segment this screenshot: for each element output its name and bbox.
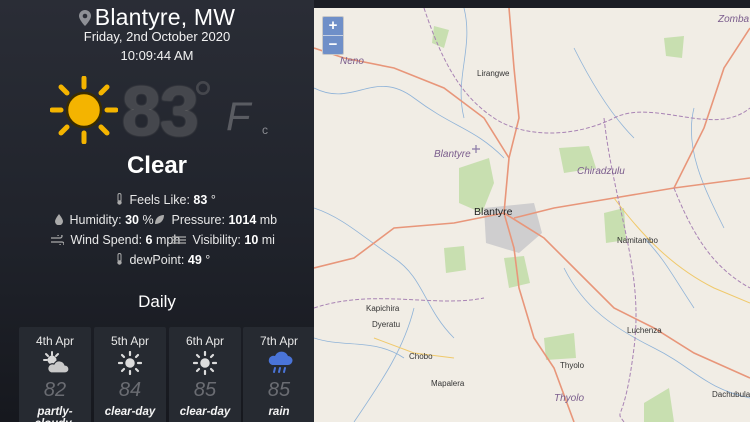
thermometer-icon — [116, 253, 123, 268]
day-temperature: 84 — [118, 379, 142, 401]
zoom-control: + − — [322, 16, 344, 55]
map-label-dyeratu: Dyeratu — [372, 320, 401, 329]
daily-card[interactable]: 7th Apr 85 rain — [243, 327, 314, 422]
sun-icon — [117, 350, 143, 380]
rain-icon — [267, 351, 293, 380]
map-label-blantyre-airport: Blantyre — [434, 149, 471, 160]
thermometer-icon — [116, 193, 123, 208]
map-label-thyolo: Thyolo — [560, 361, 585, 370]
leaf-icon — [154, 214, 165, 228]
zoom-in-button[interactable]: + — [323, 17, 343, 36]
daily-title: Daily — [138, 292, 176, 311]
day-summary: clear-day — [104, 406, 156, 418]
weather-panel: Blantyre, MW Friday, 2nd October 2020 10… — [0, 0, 314, 422]
wind-stat: Wind Spend: 6 mph — [51, 233, 180, 248]
day-temperature: 82 — [43, 379, 67, 401]
current-condition: Clear — [126, 152, 188, 179]
current-time: 10:09:44 AM — [120, 48, 194, 63]
map-label-luchenza: Luchenza — [627, 326, 662, 335]
droplet-icon — [55, 213, 63, 228]
map-label-lirangwe: Lirangwe — [477, 69, 510, 78]
map-label-zomba: Zomba — [718, 14, 750, 25]
visibility-stat: Visibility: 10 mi — [172, 233, 275, 248]
dewpoint-stat: dewPoint: 49 ° — [116, 253, 210, 268]
map-tiles[interactable] — [314, 8, 750, 422]
sun-icon — [192, 350, 218, 380]
fog-icon — [172, 234, 186, 248]
daily-card[interactable]: 6th Apr 85 clear-day — [169, 327, 241, 422]
daily-card[interactable]: 4th Apr 82 partly-cloudy- — [19, 327, 91, 422]
day-temperature: 85 — [193, 379, 217, 401]
map-label-dachubula: Dachubula — [712, 390, 750, 399]
map-label-chiradzulu: Chiradzulu — [577, 166, 625, 177]
temperature-unit: F — [226, 95, 251, 139]
degree-symbol: ° — [193, 71, 213, 127]
zoom-out-button[interactable]: − — [323, 36, 343, 54]
day-summary: clear-day — [179, 406, 231, 418]
map-view[interactable]: + − Lirangwe Blantyre Blantyre Chiradzul… — [314, 8, 750, 422]
map-label-kapichira: Kapichira — [366, 304, 400, 313]
day-date: 6th Apr — [185, 334, 225, 348]
current-date: Friday, 2nd October 2020 — [83, 29, 231, 44]
map-label-neno: Neno — [340, 56, 364, 67]
pressure-stat: Pressure: 1014 mb — [154, 213, 277, 228]
day-temperature: 85 — [267, 379, 291, 401]
temperature-unit-toggle[interactable]: c — [262, 123, 268, 137]
map-label-namitambo: Namitambo — [617, 236, 658, 245]
day-summary: rain — [268, 406, 290, 418]
day-date: 7th Apr — [259, 334, 299, 348]
location-name: Blantyre, MW — [94, 4, 236, 30]
current-temperature: 83 — [122, 72, 199, 150]
map-label-thyolo-district: Thyolo — [554, 393, 585, 404]
feels-like-stat: Feels Like: 83 ° — [116, 193, 216, 208]
wind-icon — [51, 233, 65, 248]
day-summary: partly-cloudy- — [35, 406, 76, 422]
partly-cloudy-icon — [43, 351, 70, 380]
map-label-blantyre: Blantyre — [474, 206, 513, 218]
sun-icon — [49, 75, 119, 149]
map-label-chobo: Chobo — [409, 352, 433, 361]
day-date: 4th Apr — [35, 334, 75, 348]
humidity-stat: Humidity: 30 % — [55, 213, 154, 228]
map-label-mapalera: Mapalera — [431, 379, 465, 388]
day-date: 5th Apr — [110, 334, 150, 348]
daily-card[interactable]: 5th Apr 84 clear-day — [94, 327, 166, 422]
